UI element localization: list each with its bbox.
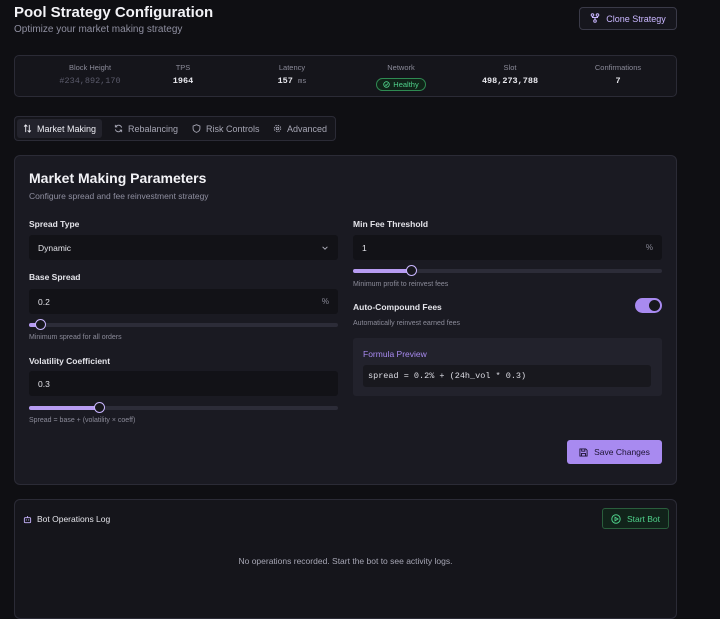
save-icon bbox=[579, 447, 588, 457]
log-title: Bot Operations Log bbox=[37, 514, 111, 524]
stat-slot: Slot 498,273,788 bbox=[455, 63, 565, 86]
min-fee-value[interactable]: 1 bbox=[362, 243, 367, 253]
tab-market-making[interactable]: Market Making bbox=[17, 119, 103, 138]
stat-value: 1964 bbox=[172, 76, 194, 86]
clone-strategy-label: Clone Strategy bbox=[606, 13, 666, 24]
volatility-value[interactable]: 0.3 bbox=[38, 379, 50, 389]
stat-network: Network Healthy bbox=[346, 63, 456, 91]
panel-title: Market Making Parameters bbox=[29, 170, 207, 186]
save-changes-label: Save Changes bbox=[594, 447, 650, 457]
min-fee-slider[interactable] bbox=[353, 265, 662, 276]
tab-rebalancing[interactable]: Rebalancing bbox=[108, 119, 184, 138]
latency-unit: ms bbox=[298, 78, 307, 86]
auto-compound-helper: Automatically reinvest earned fees bbox=[353, 320, 460, 327]
slider-thumb[interactable] bbox=[94, 402, 106, 413]
slider-fill bbox=[29, 406, 101, 410]
percent-suffix: % bbox=[321, 297, 329, 306]
chevron-down-icon bbox=[322, 245, 328, 250]
spread-type-value: Dynamic bbox=[38, 242, 72, 253]
stat-label: TPS bbox=[175, 63, 191, 72]
arrows-up-down-icon bbox=[23, 124, 32, 133]
tab-label: Advanced bbox=[287, 123, 328, 134]
slider-thumb[interactable] bbox=[405, 265, 417, 276]
start-bot-label: Start Bot bbox=[626, 513, 661, 524]
stat-label: Latency bbox=[278, 63, 306, 72]
gear-icon bbox=[273, 124, 282, 133]
tab-label: Risk Controls bbox=[206, 123, 260, 134]
clone-strategy-button[interactable]: Clone Strategy bbox=[579, 7, 677, 30]
stat-latency: Latency 157 ms bbox=[237, 63, 347, 86]
spread-type-label: Spread Type bbox=[29, 219, 80, 229]
strategy-tabs: Market Making Rebalancing Risk Controls … bbox=[14, 116, 336, 141]
stat-label: Slot bbox=[503, 63, 517, 72]
base-spread-slider[interactable] bbox=[29, 319, 338, 330]
page-subtitle: Optimize your market making strategy bbox=[14, 24, 183, 35]
refresh-icon bbox=[114, 124, 123, 133]
volatility-helper: Spread = base + (volatility × coeff) bbox=[29, 417, 136, 424]
base-spread-label: Base Spread bbox=[29, 272, 81, 282]
min-fee-helper: Minimum profit to reinvest fees bbox=[353, 281, 449, 288]
stat-label: Confirmations bbox=[594, 63, 642, 72]
auto-compound-toggle[interactable] bbox=[635, 298, 662, 313]
fork-icon bbox=[590, 12, 600, 25]
base-spread-helper: Minimum spread for all orders bbox=[29, 334, 122, 341]
play-circle-icon bbox=[611, 513, 621, 524]
formula-title: Formula Preview bbox=[363, 349, 427, 359]
stat-value: 7 bbox=[615, 76, 621, 86]
base-spread-value[interactable]: 0.2 bbox=[38, 297, 50, 307]
stat-value: 157 ms bbox=[237, 76, 347, 86]
network-status: Healthy bbox=[393, 80, 419, 89]
stat-value: 498,273,788 bbox=[481, 76, 539, 86]
latency-value: 157 bbox=[277, 76, 293, 86]
panel-subtitle: Configure spread and fee reinvestment st… bbox=[29, 191, 209, 201]
stat-confirmations: Confirmations 7 bbox=[563, 63, 673, 86]
tab-risk-controls[interactable]: Risk Controls bbox=[186, 119, 266, 138]
tab-label: Rebalancing bbox=[128, 123, 179, 134]
stat-label: Network bbox=[387, 63, 415, 72]
log-empty-state: No operations recorded. Start the bot to… bbox=[238, 556, 453, 566]
volatility-input[interactable]: 0.3 bbox=[29, 371, 338, 396]
bot-icon bbox=[23, 515, 32, 523]
tab-label: Market Making bbox=[37, 123, 97, 134]
start-bot-button[interactable]: Start Bot bbox=[602, 508, 669, 529]
market-making-panel bbox=[14, 155, 677, 485]
min-fee-label: Min Fee Threshold bbox=[353, 219, 429, 229]
stat-tps: TPS 1964 bbox=[128, 63, 238, 86]
auto-compound-label: Auto-Compound Fees bbox=[353, 302, 442, 312]
stat-value: Healthy bbox=[346, 76, 456, 91]
spread-type-select[interactable]: Dynamic bbox=[29, 235, 338, 260]
volatility-slider[interactable] bbox=[29, 402, 338, 413]
toggle-knob bbox=[649, 300, 660, 311]
formula-preview: Formula Preview spread = 0.2% + (24h_vol… bbox=[353, 338, 662, 396]
base-spread-input[interactable]: 0.2 % bbox=[29, 289, 338, 314]
log-header: Bot Operations Log bbox=[23, 514, 110, 524]
network-stats-bar: Block Height #234,892,170 TPS 1964 Laten… bbox=[14, 55, 677, 97]
volatility-label: Volatility Coefficient bbox=[29, 356, 111, 366]
save-changes-button[interactable]: Save Changes bbox=[567, 440, 662, 464]
status-badge: Healthy bbox=[376, 78, 426, 91]
tab-advanced[interactable]: Advanced bbox=[267, 119, 333, 138]
percent-suffix: % bbox=[645, 243, 653, 252]
shield-icon bbox=[192, 124, 201, 133]
min-fee-input[interactable]: 1 % bbox=[353, 235, 662, 260]
page-title: Pool Strategy Configuration bbox=[14, 4, 214, 21]
slider-fill bbox=[353, 269, 412, 273]
formula-code: spread = 0.2% + (24h_vol * 0.3) bbox=[363, 365, 651, 387]
check-circle-icon bbox=[383, 81, 391, 88]
